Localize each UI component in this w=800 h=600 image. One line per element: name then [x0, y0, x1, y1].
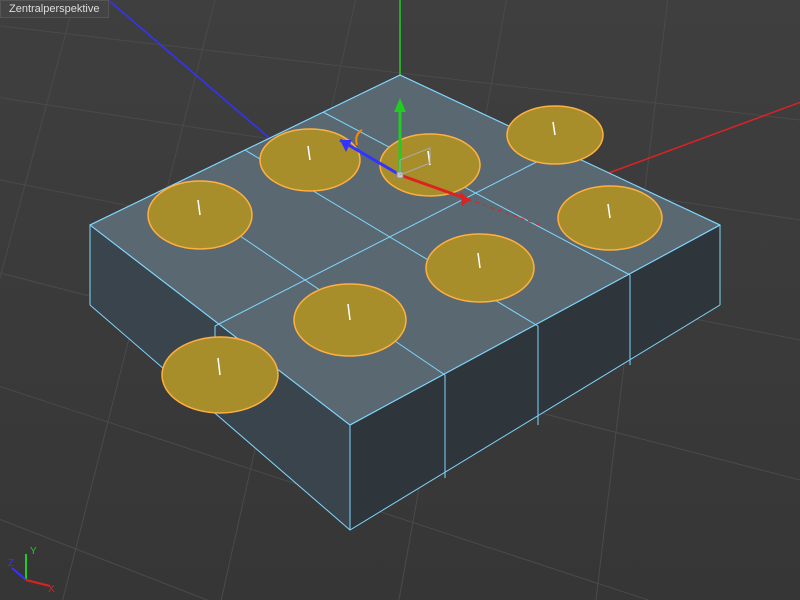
axis-x-label: X — [48, 584, 55, 592]
view-label: Zentralperspektive — [0, 0, 109, 18]
axis-y-label: Y — [30, 546, 37, 557]
mesh-object[interactable] — [0, 0, 800, 600]
axis-indicator: Y X Z — [8, 542, 58, 592]
axis-z-label: Z — [8, 558, 14, 569]
3d-viewport[interactable] — [0, 0, 800, 600]
view-label-text: Zentralperspektive — [9, 3, 100, 15]
